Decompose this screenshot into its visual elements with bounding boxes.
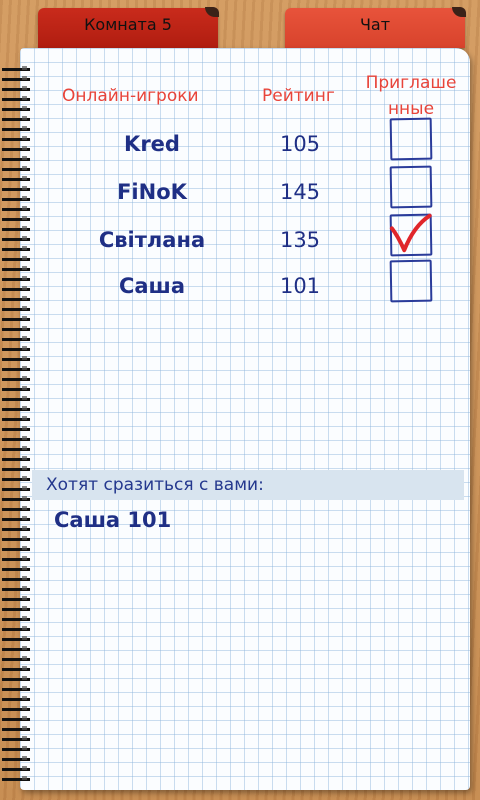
player-name: FiNoK [117, 180, 187, 204]
header-invited-line1: Приглаше [365, 73, 457, 93]
header-online-players: Онлайн-игроки [62, 86, 199, 106]
player-rating: 135 [279, 228, 321, 252]
spiral-holes [22, 66, 27, 786]
challenge-item[interactable]: Саша 101 [54, 508, 171, 532]
challenges-header: Хотят сразиться с вами: [32, 470, 464, 500]
invite-checkbox-checked[interactable] [389, 213, 433, 257]
tab-chat[interactable]: Чат [285, 7, 466, 48]
player-name: Kred [124, 132, 180, 156]
tab-fold-corner [205, 7, 219, 17]
player-rating: 145 [279, 180, 321, 204]
tab-fold-corner [452, 7, 466, 17]
invite-checkbox[interactable] [389, 259, 433, 303]
header-invited: Приглаше нные [358, 70, 464, 122]
player-rating: 105 [279, 132, 321, 156]
tab-room[interactable]: Комната 5 [38, 7, 219, 48]
player-row: Саша 101 [0, 259, 480, 314]
player-name: Світлана [98, 228, 206, 252]
invite-checkbox[interactable] [389, 165, 433, 209]
tab-room-label: Комната 5 [84, 15, 172, 34]
header-rating: Рейтинг [262, 86, 335, 106]
tab-chat-label: Чат [359, 15, 391, 34]
invite-checkbox[interactable] [389, 117, 433, 161]
checkmark-icon [389, 213, 432, 253]
player-rating: 101 [279, 274, 321, 298]
player-name: Саша [118, 274, 186, 298]
